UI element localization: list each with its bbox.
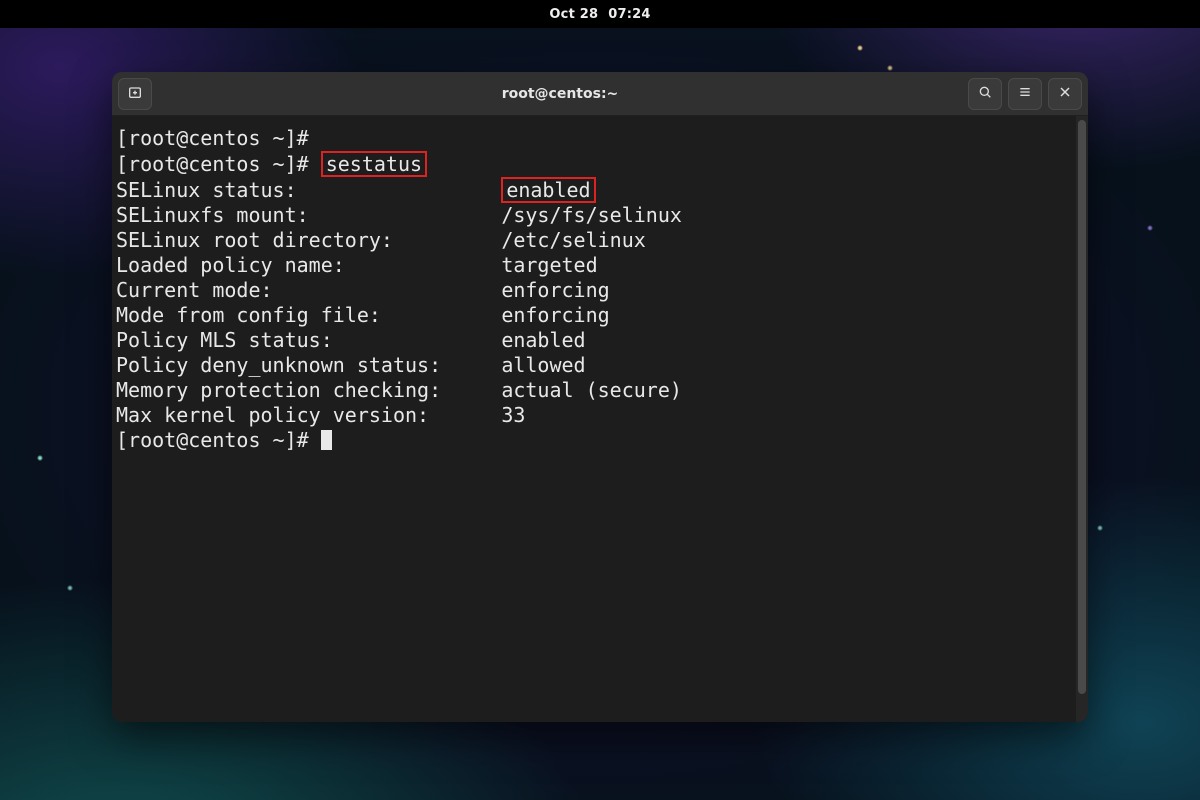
close-button[interactable] xyxy=(1048,78,1082,110)
menu-button[interactable] xyxy=(1008,78,1042,110)
terminal-scrollbar[interactable] xyxy=(1076,116,1088,722)
highlighted-command: sestatus xyxy=(321,151,427,177)
highlighted-value: enabled xyxy=(501,177,595,203)
terminal-body[interactable]: [root@centos ~]# [root@centos ~]# sestat… xyxy=(112,116,1088,722)
new-tab-icon xyxy=(127,84,143,104)
window-titlebar: root@centos:~ xyxy=(112,72,1088,116)
search-button[interactable] xyxy=(968,78,1002,110)
terminal-cursor xyxy=(321,430,332,450)
desktop-wallpaper: root@centos:~ xyxy=(0,28,1200,800)
topbar-date: Oct 28 xyxy=(549,7,598,22)
topbar-time: 07:24 xyxy=(608,7,650,22)
terminal-scrollbar-thumb[interactable] xyxy=(1078,120,1086,694)
search-icon xyxy=(977,84,993,104)
terminal-output: [root@centos ~]# [root@centos ~]# sestat… xyxy=(116,126,1072,453)
new-tab-button[interactable] xyxy=(118,78,152,110)
hamburger-icon xyxy=(1017,84,1033,104)
window-title: root@centos:~ xyxy=(158,86,962,102)
terminal-window: root@centos:~ xyxy=(112,72,1088,722)
gnome-top-bar: Oct 28 07:24 xyxy=(0,0,1200,28)
close-icon xyxy=(1057,84,1073,104)
